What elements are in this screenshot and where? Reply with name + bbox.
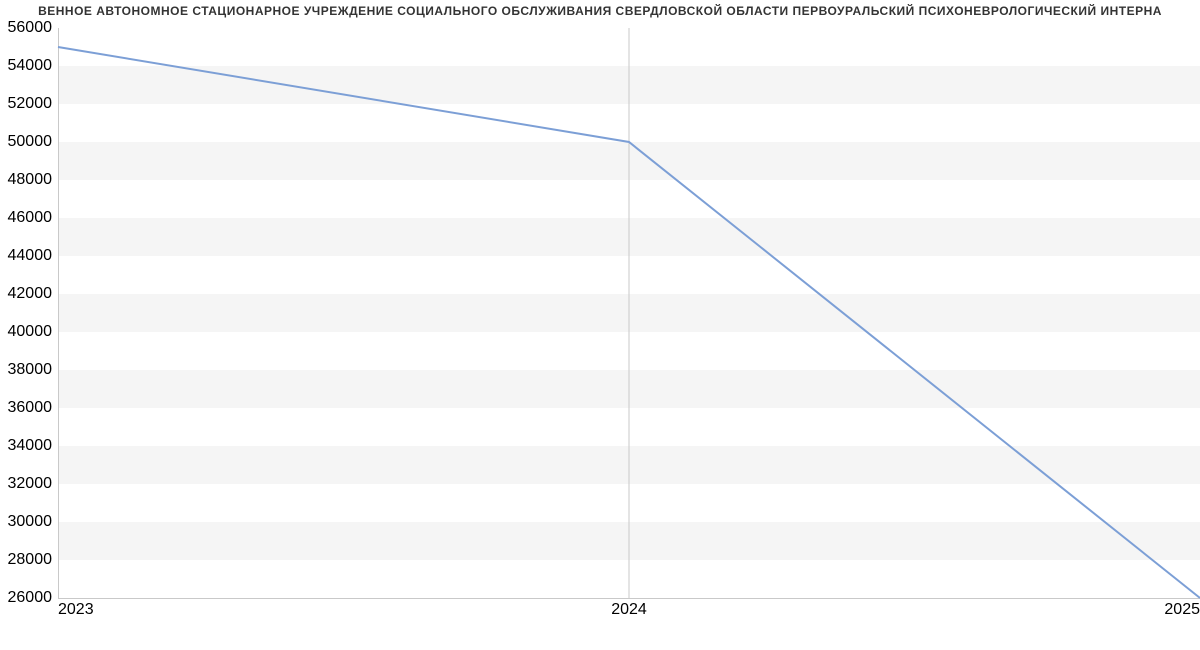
chart-svg: 2600028000300003200034000360003800040000…: [58, 28, 1200, 618]
chart-container: ВЕННОЕ АВТОНОМНОЕ СТАЦИОНАРНОЕ УЧРЕЖДЕНИ…: [0, 0, 1200, 650]
y-tick-label: 48000: [8, 171, 53, 188]
chart-title: ВЕННОЕ АВТОНОМНОЕ СТАЦИОНАРНОЕ УЧРЕЖДЕНИ…: [0, 4, 1200, 18]
y-tick-label: 50000: [8, 133, 53, 150]
y-tick-label: 38000: [8, 361, 53, 378]
x-tick-label: 2023: [58, 601, 94, 618]
y-tick-label: 28000: [8, 551, 53, 568]
y-tick-label: 40000: [8, 323, 53, 340]
x-tick-label: 2025: [1164, 601, 1200, 618]
x-tick-label: 2024: [611, 601, 647, 618]
y-tick-label: 32000: [8, 475, 53, 492]
y-tick-label: 34000: [8, 437, 53, 454]
y-tick-label: 30000: [8, 513, 53, 530]
y-tick-label: 54000: [8, 57, 53, 74]
y-tick-label: 52000: [8, 95, 53, 112]
y-tick-label: 44000: [8, 247, 53, 264]
plot-area: 2600028000300003200034000360003800040000…: [58, 28, 1200, 618]
y-tick-label: 46000: [8, 209, 53, 226]
y-tick-label: 36000: [8, 399, 53, 416]
y-tick-label: 56000: [8, 19, 53, 36]
y-tick-label: 42000: [8, 285, 53, 302]
y-tick-label: 26000: [8, 589, 53, 606]
